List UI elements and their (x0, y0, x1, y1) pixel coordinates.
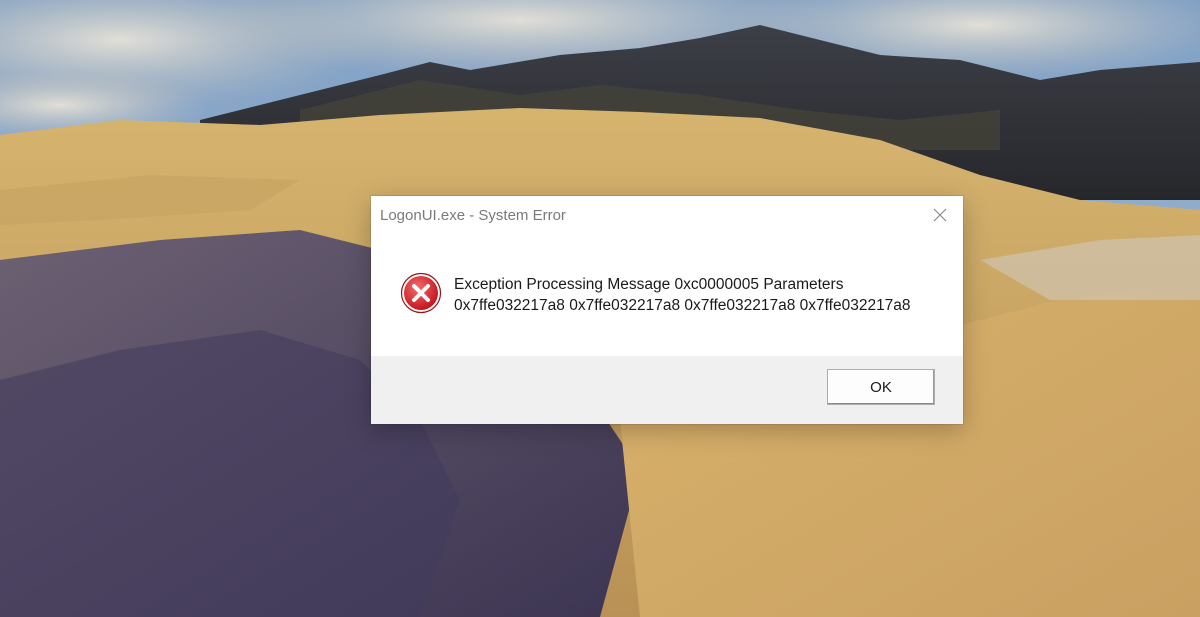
error-message-line-2: 0x7ffe032217a8 0x7ffe032217a8 0x7ffe0322… (454, 297, 911, 314)
error-message-line-1: Exception Processing Message 0xc0000005 … (454, 276, 844, 293)
dialog-footer: OK (371, 356, 963, 424)
error-message: Exception Processing Message 0xc0000005 … (454, 274, 911, 316)
close-icon (933, 208, 947, 222)
ok-button[interactable]: OK (827, 369, 935, 405)
error-icon (400, 272, 442, 314)
system-error-dialog: LogonUI.exe - System Error Exception Pro… (371, 196, 963, 424)
dialog-title: LogonUI.exe - System Error (380, 207, 566, 224)
dialog-titlebar: LogonUI.exe - System Error (371, 196, 963, 234)
dialog-content: Exception Processing Message 0xc0000005 … (371, 234, 963, 356)
close-button[interactable] (923, 200, 957, 230)
